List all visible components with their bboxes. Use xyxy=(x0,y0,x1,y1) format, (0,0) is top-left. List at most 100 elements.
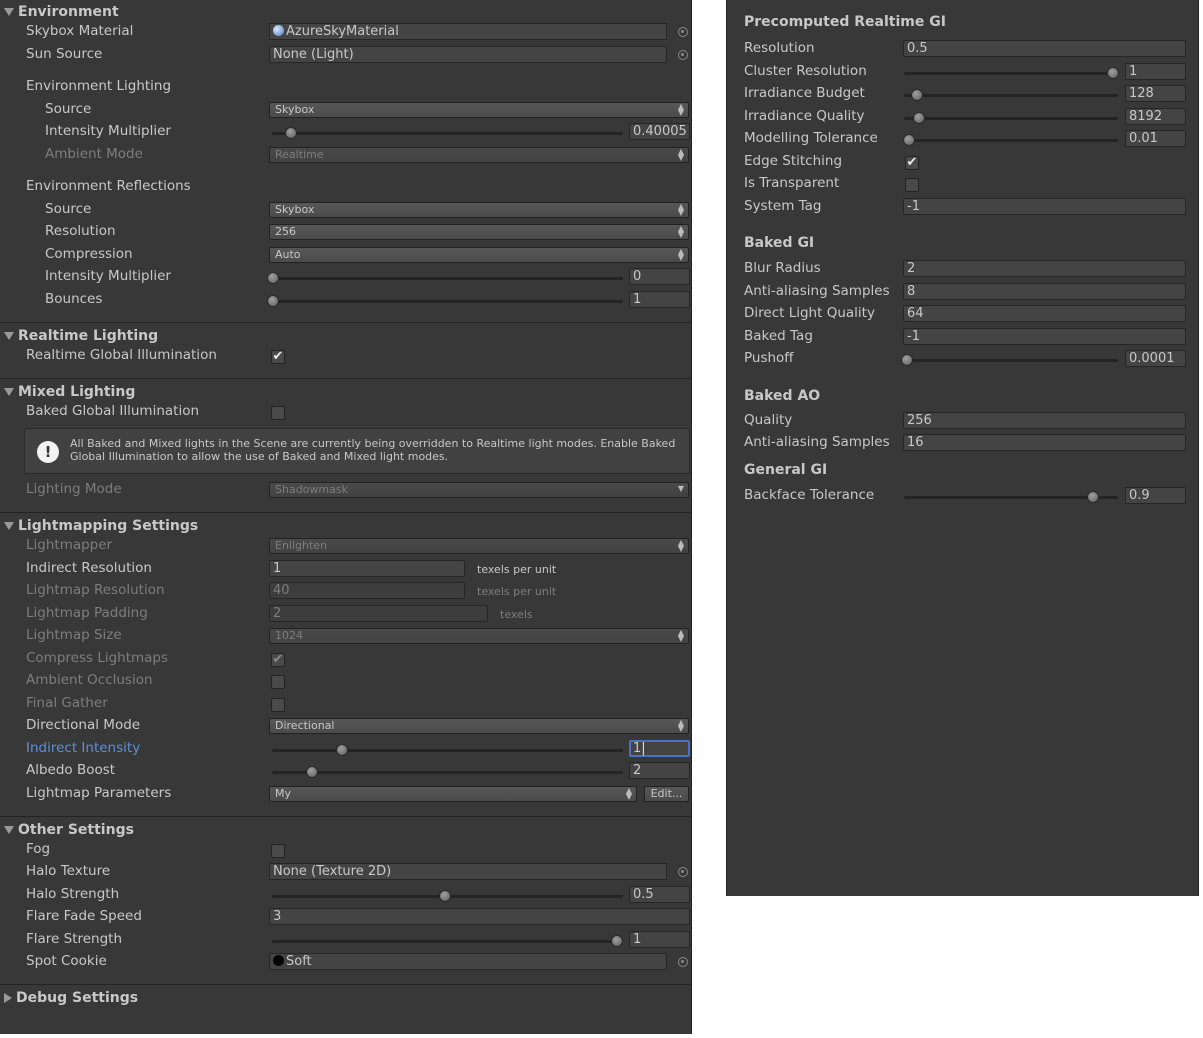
env-lighting-intensity-field[interactable]: 0.40005 xyxy=(629,123,690,140)
slider-track[interactable] xyxy=(904,139,1118,142)
slider-thumb[interactable] xyxy=(611,935,623,947)
is-transparent-checkbox[interactable] xyxy=(905,178,919,192)
slider-track[interactable] xyxy=(272,132,623,135)
ao-quality-field[interactable]: 256 xyxy=(903,412,1186,429)
pushoff-label: Pushoff xyxy=(744,350,794,366)
text-cursor: | xyxy=(641,741,646,756)
slider-thumb[interactable] xyxy=(903,134,915,146)
object-picker-icon[interactable] xyxy=(678,867,688,877)
slider-track[interactable] xyxy=(272,749,623,752)
baked-tag-field[interactable]: -1 xyxy=(903,328,1186,345)
bounces-label: Bounces xyxy=(45,291,103,307)
flare-fade-speed-field[interactable]: 3 xyxy=(269,908,690,925)
object-picker-icon[interactable] xyxy=(678,27,688,37)
slider-thumb[interactable] xyxy=(306,766,318,778)
slider-track[interactable] xyxy=(272,940,623,943)
slider-track[interactable] xyxy=(272,771,623,774)
slider-track[interactable] xyxy=(904,359,1118,362)
baked-aa-samples-field[interactable]: 8 xyxy=(903,283,1186,300)
dropdown-value: Enlighten xyxy=(275,539,328,552)
help-box: ! All Baked and Mixed lights in the Scen… xyxy=(24,428,690,474)
bounces-field[interactable]: 1 xyxy=(629,291,690,308)
halo-texture-label: Halo Texture xyxy=(26,863,111,879)
edit-button[interactable]: Edit... xyxy=(644,786,689,802)
section-title: Other Settings xyxy=(18,822,134,838)
lightmap-padding-field: 2 xyxy=(269,605,488,622)
edge-stitching-checkbox[interactable]: ✔ xyxy=(905,156,919,170)
reflection-intensity-label: Intensity Multiplier xyxy=(45,268,171,284)
dropdown-arrows-icon: ▲ ▼ xyxy=(677,718,684,733)
slider-track[interactable] xyxy=(904,117,1118,120)
final-gather-checkbox xyxy=(271,698,285,712)
slider-track[interactable] xyxy=(904,94,1118,97)
section-realtime-lighting-header[interactable]: Realtime Lighting xyxy=(4,328,158,344)
slider-thumb[interactable] xyxy=(1107,67,1119,79)
realtime-gi-checkbox[interactable]: ✔ xyxy=(271,350,285,364)
direct-light-quality-field[interactable]: 64 xyxy=(903,305,1186,322)
directional-mode-dropdown[interactable]: Directional ▲ ▼ xyxy=(269,718,689,734)
irradiance-budget-field[interactable]: 128 xyxy=(1125,85,1186,102)
spot-cookie-field[interactable]: Soft xyxy=(269,953,667,970)
sun-source-field[interactable]: None (Light) xyxy=(269,46,667,63)
slider-track[interactable] xyxy=(272,300,623,303)
object-picker-icon[interactable] xyxy=(678,50,688,60)
modelling-tolerance-field[interactable]: 0.01 xyxy=(1125,130,1186,147)
lightmap-parameters-dropdown[interactable]: My ▲ ▼ xyxy=(269,786,637,802)
albedo-boost-field[interactable]: 2 xyxy=(629,762,690,779)
section-lightmapping-header[interactable]: Lightmapping Settings xyxy=(4,518,198,534)
skybox-material-label: Skybox Material xyxy=(26,23,134,39)
indirect-resolution-field[interactable]: 1 xyxy=(269,560,465,577)
section-mixed-lighting-header[interactable]: Mixed Lighting xyxy=(4,384,135,400)
lighting-mode-label: Lighting Mode xyxy=(26,481,122,497)
ao-aa-samples-label: Anti-aliasing Samples xyxy=(744,434,890,450)
fog-checkbox[interactable] xyxy=(271,844,285,858)
slider-track[interactable] xyxy=(904,496,1118,499)
slider-thumb[interactable] xyxy=(911,89,923,101)
slider-thumb[interactable] xyxy=(901,354,913,366)
reflection-intensity-field[interactable]: 0 xyxy=(629,268,690,285)
irradiance-quality-field[interactable]: 8192 xyxy=(1125,108,1186,125)
skybox-material-field[interactable]: AzureSkyMaterial xyxy=(269,23,667,40)
slider-thumb[interactable] xyxy=(913,112,925,124)
slider-track[interactable] xyxy=(272,277,623,280)
backface-tolerance-field[interactable]: 0.9 xyxy=(1125,487,1186,504)
slider-thumb[interactable] xyxy=(439,890,451,902)
slider-thumb[interactable] xyxy=(336,744,348,756)
lightmap-resolution-label: Lightmap Resolution xyxy=(26,582,165,598)
lightmapper-label: Lightmapper xyxy=(26,537,113,553)
ambient-mode-dropdown: Realtime ▲ ▼ xyxy=(269,147,689,163)
section-divider xyxy=(0,816,691,817)
foldout-expanded-icon xyxy=(4,8,14,16)
backface-tolerance-label: Backface Tolerance xyxy=(744,487,875,503)
section-environment-header[interactable]: Environment xyxy=(4,4,119,20)
section-other-settings-header[interactable]: Other Settings xyxy=(4,822,134,838)
baked-gi-checkbox[interactable] xyxy=(271,406,285,420)
blur-radius-field[interactable]: 2 xyxy=(903,260,1186,277)
flare-strength-field[interactable]: 1 xyxy=(629,931,690,948)
dropdown-value: My xyxy=(275,787,292,800)
blur-radius-label: Blur Radius xyxy=(744,260,821,276)
slider-thumb[interactable] xyxy=(267,272,279,284)
slider-thumb[interactable] xyxy=(285,127,297,139)
reflection-resolution-dropdown[interactable]: 256 ▲ ▼ xyxy=(269,224,689,240)
system-tag-label: System Tag xyxy=(744,198,822,214)
slider-thumb[interactable] xyxy=(267,295,279,307)
halo-strength-field[interactable]: 0.5 xyxy=(629,886,690,903)
modelling-tolerance-label: Modelling Tolerance xyxy=(744,130,878,146)
system-tag-field[interactable]: -1 xyxy=(903,198,1186,215)
ao-aa-samples-field[interactable]: 16 xyxy=(903,434,1186,451)
slider-track[interactable] xyxy=(904,72,1118,75)
halo-texture-field[interactable]: None (Texture 2D) xyxy=(269,863,667,880)
section-debug-settings-header[interactable]: Debug Settings xyxy=(4,990,138,1006)
reflection-compression-dropdown[interactable]: Auto ▲ ▼ xyxy=(269,247,689,263)
dropdown-arrows-icon: ▲ ▼ xyxy=(677,628,684,643)
pushoff-field[interactable]: 0.0001 xyxy=(1125,350,1186,367)
env-reflections-source-dropdown[interactable]: Skybox ▲ ▼ xyxy=(269,202,689,218)
slider-thumb[interactable] xyxy=(1087,491,1099,503)
object-picker-icon[interactable] xyxy=(678,957,688,967)
resolution-field[interactable]: 0.5 xyxy=(903,40,1186,57)
env-lighting-source-dropdown[interactable]: Skybox ▲ ▼ xyxy=(269,102,689,118)
baked-tag-label: Baked Tag xyxy=(744,328,813,344)
indirect-intensity-field[interactable]: 1| xyxy=(629,740,690,757)
cluster-resolution-field[interactable]: 1 xyxy=(1125,63,1186,80)
